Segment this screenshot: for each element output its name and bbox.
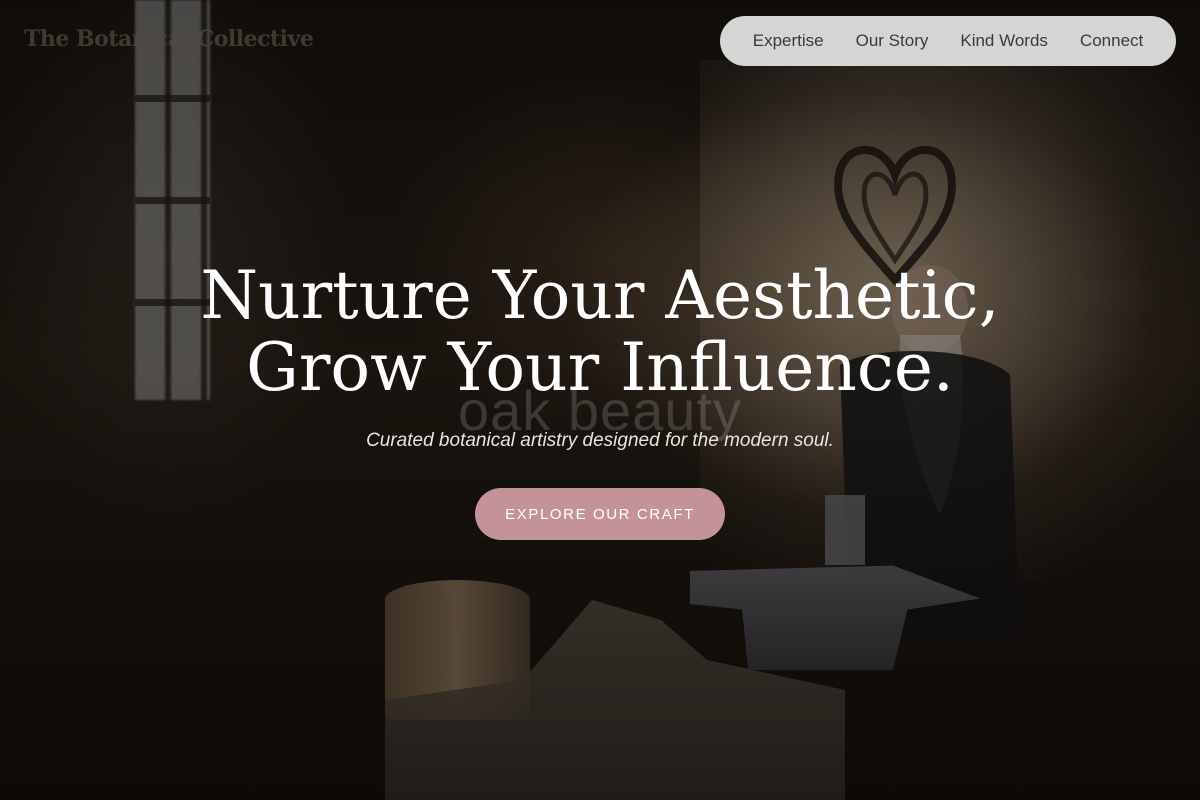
nav-item-our-story[interactable]: Our Story <box>856 31 929 51</box>
main-nav: Expertise Our Story Kind Words Connect <box>720 16 1176 66</box>
hero-section: The Botanical Collective Expertise Our S… <box>0 0 1200 800</box>
nav-item-expertise[interactable]: Expertise <box>753 31 824 51</box>
hero-content: Nurture Your Aesthetic, Grow Your Influe… <box>0 260 1200 404</box>
brand-logo[interactable]: The Botanical Collective <box>24 26 314 52</box>
hero-subtitle: Curated botanical artistry designed for … <box>366 430 834 451</box>
nav-item-connect[interactable]: Connect <box>1080 31 1143 51</box>
hero-headline-line-1: Nurture Your Aesthetic, <box>200 257 1000 334</box>
hero-headline-line-2: Grow Your Influence. <box>246 329 954 406</box>
explore-craft-button[interactable]: EXPLORE OUR CRAFT <box>475 488 725 540</box>
hero-headline: Nurture Your Aesthetic, Grow Your Influe… <box>0 260 1200 404</box>
nav-item-kind-words[interactable]: Kind Words <box>960 31 1048 51</box>
